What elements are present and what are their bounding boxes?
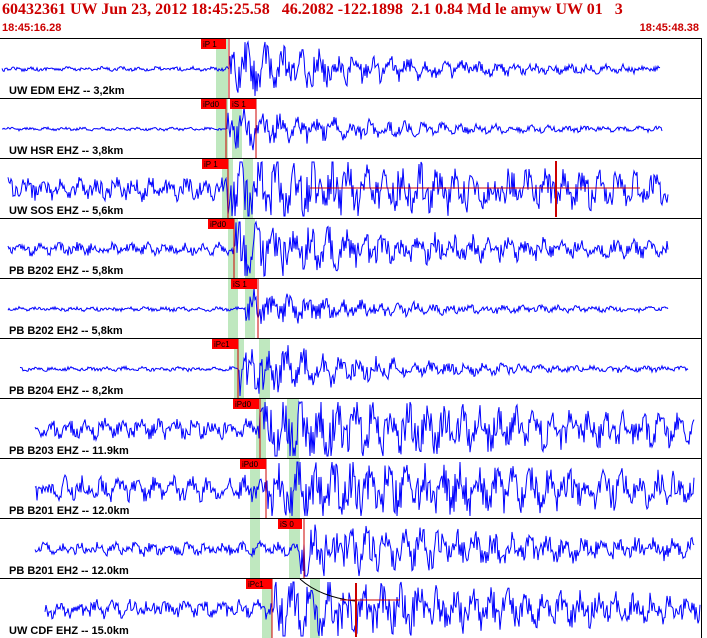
station-label: PB B201 EHZ -- 12.0km <box>9 505 130 517</box>
trace-panel[interactable]: iS 0 PB B201 EH2 -- 12.0km <box>0 518 702 578</box>
waveform <box>34 400 695 457</box>
waveform <box>34 524 695 577</box>
trace-panel[interactable]: iPd0 PB B202 EHZ -- 5,8km <box>0 218 702 278</box>
trace-panel[interactable]: iPc1 UW CDF EHZ -- 15.0km <box>0 578 702 638</box>
waveform <box>34 461 695 517</box>
pick-label: iP 1 <box>204 160 218 169</box>
trace-panel[interactable]: iP 1 UW SOS EHZ -- 5,6km <box>0 158 702 218</box>
waveform <box>44 581 701 637</box>
trace-panel[interactable]: iP 1 UW EDM EHZ -- 3,2km <box>0 38 702 98</box>
pick-label: iS 0 <box>280 520 294 529</box>
pick-label: iS 1 <box>232 100 246 109</box>
pick-label: iP 1 <box>203 40 217 49</box>
pick-label: iPd0 <box>203 100 220 109</box>
station-label: PB B202 EH2 -- 5,8km <box>9 325 123 337</box>
event-header: 60432361 UW Jun 23, 2012 18:45:25.58 46.… <box>0 0 707 36</box>
station-label: PB B201 EH2 -- 12.0km <box>9 565 129 577</box>
time-start-label: 18:45:16.28 <box>2 22 62 34</box>
time-end-label: 18:45:48.38 <box>639 22 699 34</box>
trace-panel[interactable]: iPd0 PB B201 EHZ -- 12.0km <box>0 458 702 518</box>
trace-panel[interactable]: iPd0 iS 1 UW HSR EHZ -- 3,8km <box>0 98 702 158</box>
trace-panel[interactable]: iPd0 PB B203 EHZ -- 11.9km <box>0 398 702 458</box>
waveform <box>1 106 663 151</box>
event-title: 60432361 UW Jun 23, 2012 18:45:25.58 46.… <box>2 1 623 18</box>
pick-label: iPd0 <box>210 220 227 229</box>
station-label: UW SOS EHZ -- 5,6km <box>9 205 124 217</box>
station-label: PB B203 EHZ -- 11.9km <box>9 445 129 457</box>
pick-label: iS 1 <box>233 280 247 289</box>
trace-panel[interactable]: iS 1 PB B202 EH2 -- 5,8km <box>0 278 702 338</box>
station-label: PB B204 EHZ -- 8,2km <box>9 385 124 397</box>
waveform <box>7 288 669 324</box>
station-label: UW EDM EHZ -- 3,2km <box>9 85 125 97</box>
station-label: PB B202 EHZ -- 5,8km <box>9 265 124 277</box>
station-label: UW CDF EHZ -- 15.0km <box>9 625 129 637</box>
station-label: UW HSR EHZ -- 3,8km <box>9 145 124 157</box>
pick-label: iPd0 <box>235 400 252 409</box>
pick-label: iPc1 <box>248 580 264 589</box>
seismogram-panels: iP 1 UW EDM EHZ -- 3,2km iPd0 iS 1 UW HS… <box>0 38 707 638</box>
trace-panel[interactable]: iPc1 PB B204 EHZ -- 8,2km <box>0 338 702 398</box>
pick-label: iPc1 <box>214 340 230 349</box>
pick-label: iPd0 <box>242 460 259 469</box>
